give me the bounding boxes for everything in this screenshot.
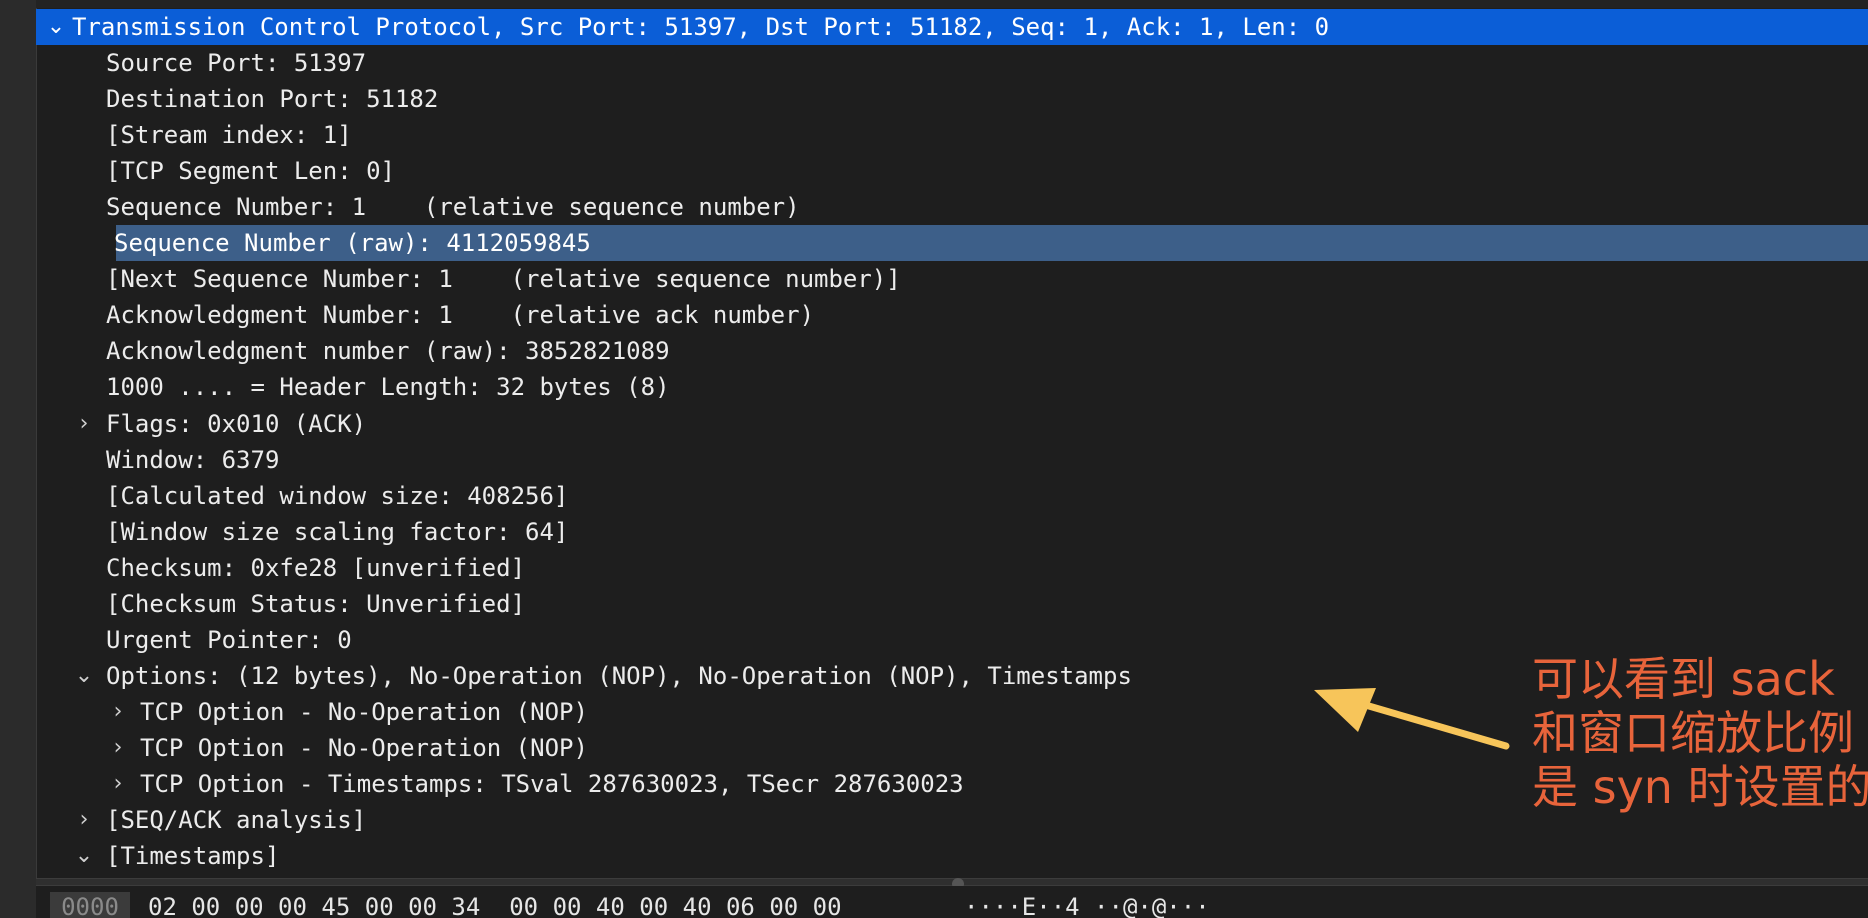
field-row[interactable]: ⌄ [Timestamps]	[36, 838, 1868, 874]
packet-bytes-pane: 0000 02 00 00 00 45 00 00 34 00 00 40 00…	[36, 886, 1868, 918]
chevron-right-icon[interactable]: ›	[72, 406, 96, 442]
field-row[interactable]: › Flags: 0x010 (ACK)	[36, 406, 1868, 442]
selected-field-row[interactable]: Sequence Number (raw): 4112059845	[114, 225, 1868, 261]
field-label: [SEQ/ACK analysis]	[106, 806, 367, 834]
annotation-arrow-icon	[1314, 688, 1510, 750]
field-row[interactable]: Checksum: 0xfe28 [unverified]	[36, 550, 1868, 586]
field-row[interactable]: Destination Port: 51182	[36, 81, 1868, 117]
field-label: [TCP Segment Len: 0]	[106, 157, 395, 185]
chevron-down-icon[interactable]: ⌄	[72, 658, 96, 694]
field-label: Acknowledgment number (raw): 3852821089	[106, 337, 670, 365]
chevron-down-icon[interactable]: ⌄	[44, 9, 68, 45]
annotation-line: 可以看到 sack	[1532, 652, 1835, 706]
chevron-right-icon[interactable]: ›	[106, 694, 130, 730]
tcp-header-row[interactable]: ⌄ Transmission Control Protocol, Src Por…	[36, 9, 1868, 45]
field-row[interactable]: [Window size scaling factor: 64]	[36, 514, 1868, 550]
field-label: [Timestamps]	[106, 842, 280, 870]
packet-details-pane: ⌄ Transmission Control Protocol, Src Por…	[36, 0, 1868, 878]
field-row[interactable]: [Stream index: 1]	[36, 117, 1868, 153]
field-label: TCP Option - No-Operation (NOP)	[140, 734, 588, 762]
previous-row-sliver	[36, 0, 1868, 8]
field-label: [Next Sequence Number: 1 (relative seque…	[106, 265, 901, 293]
chevron-down-icon[interactable]: ⌄	[72, 838, 96, 874]
field-row[interactable]: 1000 .... = Header Length: 32 bytes (8)	[36, 369, 1868, 405]
field-row[interactable]: Source Port: 51397	[36, 45, 1868, 81]
field-label: 1000 .... = Header Length: 32 bytes (8)	[106, 373, 670, 401]
field-row[interactable]: Window: 6379	[36, 442, 1868, 478]
field-row[interactable]: [Next Sequence Number: 1 (relative seque…	[36, 261, 1868, 297]
field-label: Sequence Number (raw): 4112059845	[114, 229, 591, 257]
tcp-header-label: Transmission Control Protocol, Src Port:…	[72, 13, 1330, 41]
chevron-right-icon[interactable]: ›	[106, 730, 130, 766]
field-label: Urgent Pointer: 0	[106, 626, 352, 654]
field-row[interactable]: [TCP Segment Len: 0]	[36, 153, 1868, 189]
field-row[interactable]: Sequence Number: 1 (relative sequence nu…	[36, 189, 1868, 225]
field-label: TCP Option - No-Operation (NOP)	[140, 698, 588, 726]
field-label: Flags: 0x010 (ACK)	[106, 410, 367, 438]
field-label: Destination Port: 51182	[106, 85, 439, 113]
field-row[interactable]: Acknowledgment number (raw): 3852821089	[36, 333, 1868, 369]
annotation-line: 和窗口缩放比例	[1532, 706, 1854, 760]
field-row[interactable]: [Calculated window size: 408256]	[36, 478, 1868, 514]
field-label: [Window size scaling factor: 64]	[106, 518, 569, 546]
left-gutter	[0, 0, 37, 918]
field-label: Sequence Number: 1 (relative sequence nu…	[106, 193, 800, 221]
bytes-ascii[interactable]: ····E··4 ··@·@···	[964, 892, 1210, 918]
chevron-right-icon[interactable]: ›	[72, 802, 96, 838]
field-label: Window: 6379	[106, 446, 280, 474]
field-row[interactable]: Acknowledgment Number: 1 (relative ack n…	[36, 297, 1868, 333]
bytes-offset: 0000	[50, 892, 130, 918]
field-label: Acknowledgment Number: 1 (relative ack n…	[106, 301, 815, 329]
field-row[interactable]: [Checksum Status: Unverified]	[36, 586, 1868, 622]
field-label: [Stream index: 1]	[106, 121, 352, 149]
field-label: TCP Option - Timestamps: TSval 287630023…	[140, 770, 964, 798]
field-label: Checksum: 0xfe28 [unverified]	[106, 554, 526, 582]
chevron-right-icon[interactable]: ›	[106, 766, 130, 802]
annotation-note: 可以看到 sack 和窗口缩放比例 是 syn 时设置的	[1532, 652, 1868, 814]
annotation-line: 是 syn 时设置的	[1532, 760, 1868, 814]
field-label: [Calculated window size: 408256]	[106, 482, 569, 510]
bytes-hex[interactable]: 02 00 00 00 45 00 00 34 00 00 40 00 40 0…	[148, 892, 842, 918]
field-label: Options: (12 bytes), No-Operation (NOP),…	[106, 662, 1132, 690]
field-label: Source Port: 51397	[106, 49, 367, 77]
field-label: [Checksum Status: Unverified]	[106, 590, 526, 618]
